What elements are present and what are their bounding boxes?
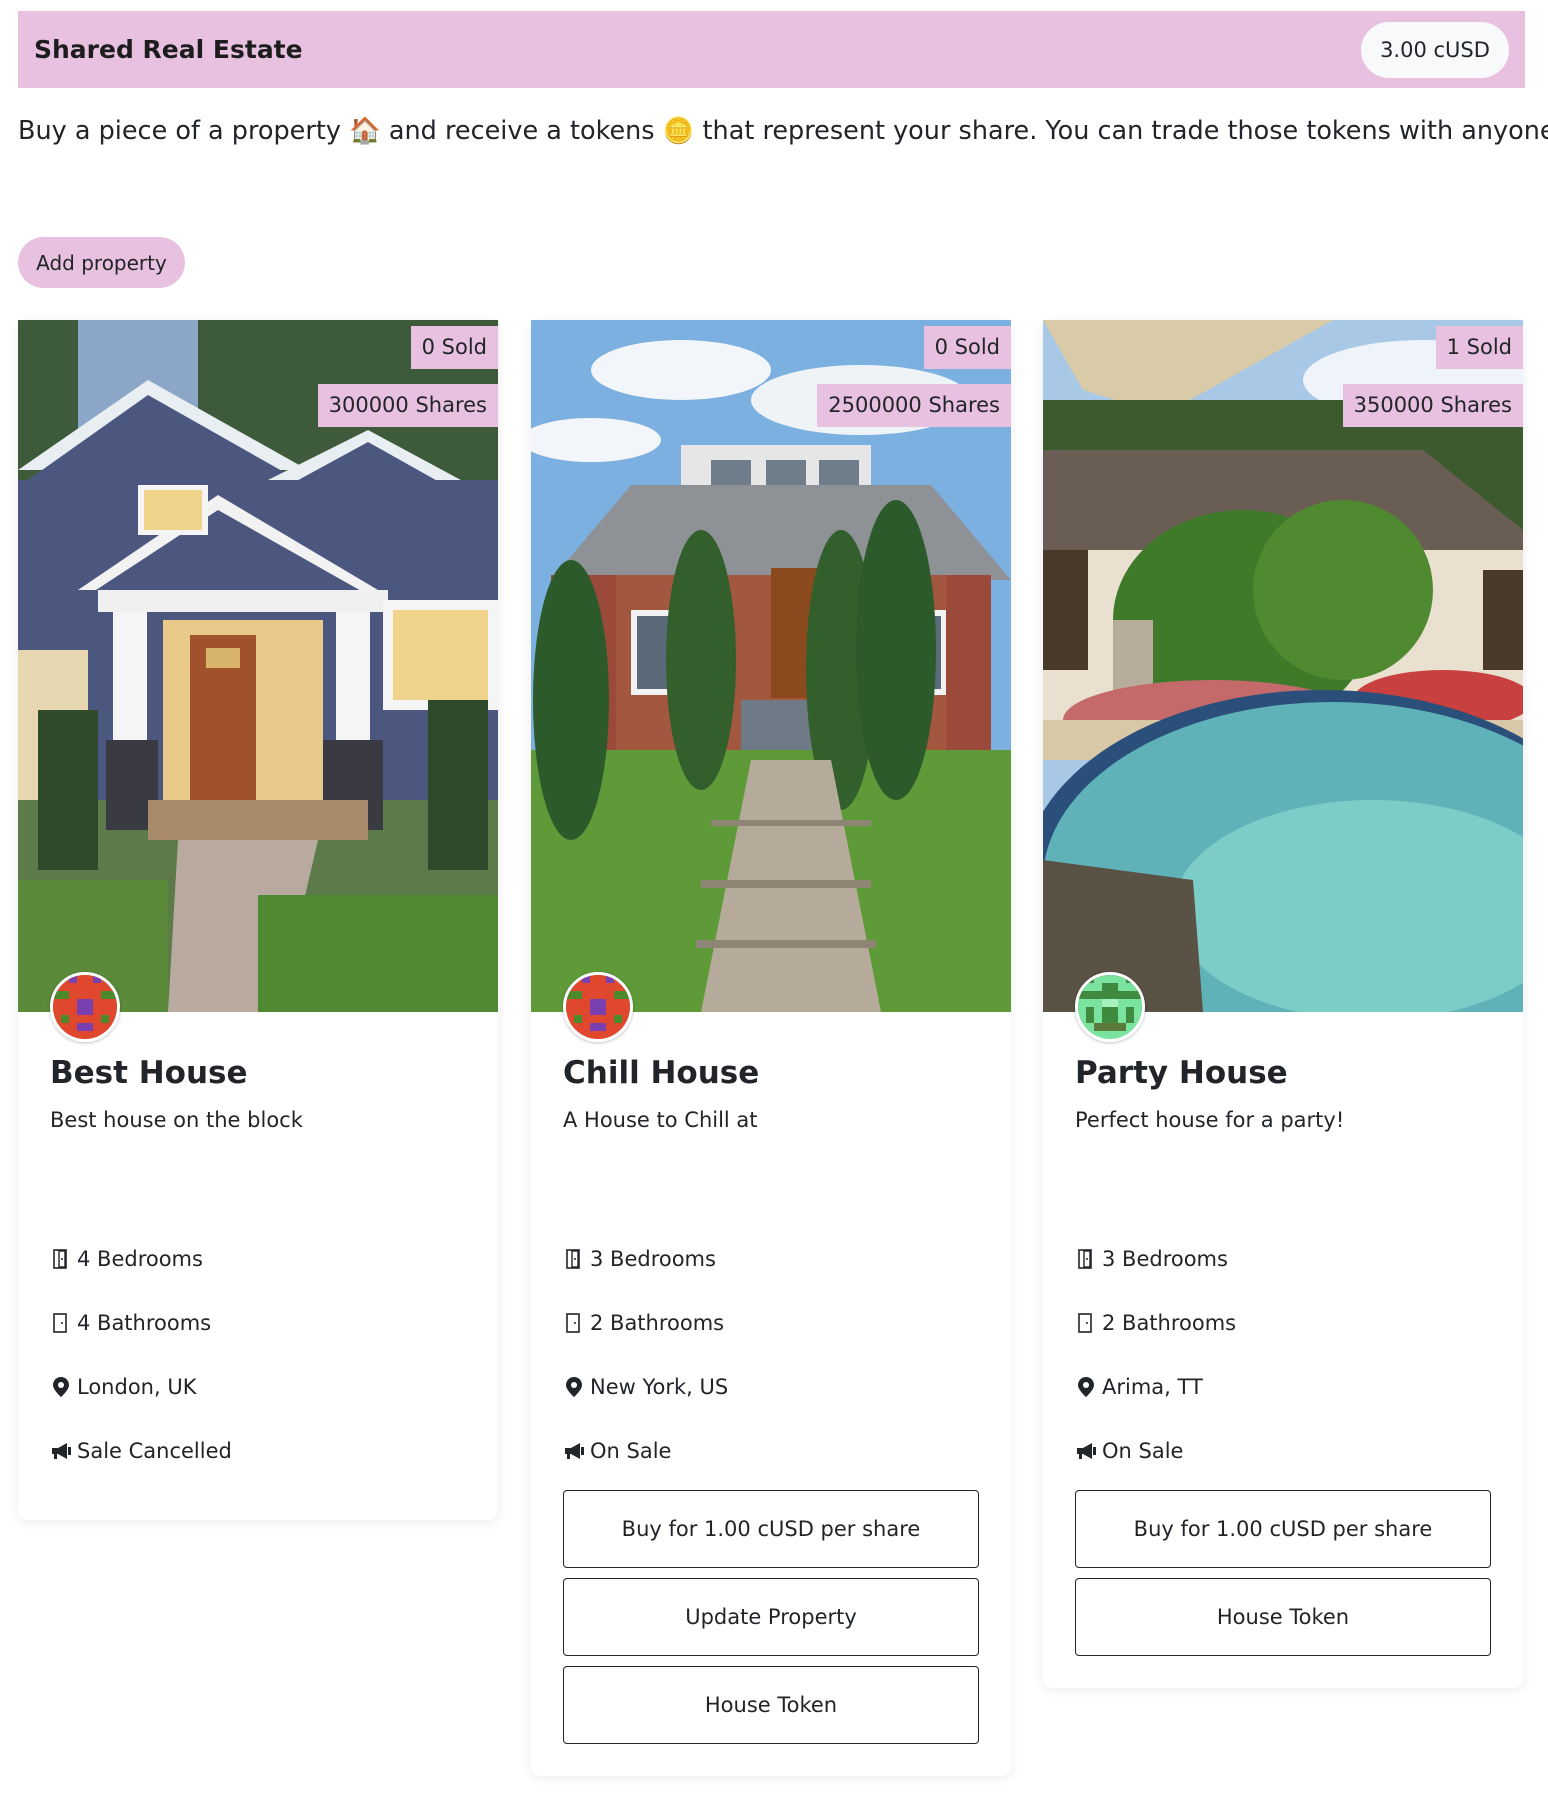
bedrooms-text: 4 Bedrooms	[77, 1247, 203, 1271]
megaphone-icon	[1075, 1439, 1097, 1463]
intro-text: Buy a piece of a property 🏠 and receive …	[18, 116, 1548, 146]
property-title: Best House	[50, 1055, 248, 1091]
property-card: 0 Sold 2500000 Shares Chill House A Hous…	[531, 320, 1011, 1776]
property-description: A House to Chill at	[563, 1108, 758, 1132]
megaphone-icon	[563, 1439, 585, 1463]
bedrooms-row: 3 Bedrooms	[563, 1247, 716, 1271]
add-property-button[interactable]: Add property	[18, 237, 185, 288]
owner-avatar	[563, 972, 633, 1042]
shares-badge: 350000 Shares	[1342, 384, 1523, 427]
location-row: London, UK	[50, 1375, 196, 1399]
shares-badge: 2500000 Shares	[817, 384, 1011, 427]
property-title: Chill House	[563, 1055, 760, 1091]
buy-share-button[interactable]: Buy for 1.00 cUSD per share	[1075, 1490, 1491, 1568]
megaphone-icon	[50, 1439, 72, 1463]
sold-badge: 0 Sold	[410, 326, 498, 369]
map-pin-icon	[563, 1375, 585, 1399]
bathrooms-row: 2 Bathrooms	[1075, 1311, 1236, 1335]
door-icon	[1075, 1247, 1097, 1271]
door-closed-icon	[50, 1311, 72, 1335]
status-text: On Sale	[590, 1439, 672, 1463]
property-title: Party House	[1075, 1055, 1288, 1091]
location-text: New York, US	[590, 1375, 729, 1399]
property-description: Perfect house for a party!	[1075, 1108, 1345, 1132]
bedrooms-row: 3 Bedrooms	[1075, 1247, 1228, 1271]
balance-badge: 3.00 cUSD	[1361, 21, 1509, 78]
status-row: Sale Cancelled	[50, 1439, 232, 1463]
door-closed-icon	[563, 1311, 585, 1335]
status-text: Sale Cancelled	[77, 1439, 232, 1463]
door-closed-icon	[1075, 1311, 1097, 1335]
shares-badge: 300000 Shares	[317, 384, 498, 427]
location-text: Arima, TT	[1102, 1375, 1203, 1399]
navbar: Shared Real Estate 3.00 cUSD	[18, 11, 1525, 88]
property-image: 0 Sold 2500000 Shares	[531, 320, 1011, 1012]
door-icon	[50, 1247, 72, 1271]
status-row: On Sale	[563, 1439, 671, 1463]
status-row: On Sale	[1075, 1439, 1183, 1463]
map-pin-icon	[50, 1375, 72, 1399]
bathrooms-row: 4 Bathrooms	[50, 1311, 211, 1335]
bathrooms-row: 2 Bathrooms	[563, 1311, 724, 1335]
owner-avatar	[50, 972, 120, 1042]
brand-title[interactable]: Shared Real Estate	[34, 35, 303, 64]
location-row: Arima, TT	[1075, 1375, 1203, 1399]
sold-badge: 1 Sold	[1435, 326, 1523, 369]
bathrooms-text: 2 Bathrooms	[1102, 1311, 1237, 1335]
update-property-button[interactable]: Update Property	[563, 1578, 979, 1656]
bedrooms-text: 3 Bedrooms	[1102, 1247, 1228, 1271]
map-pin-icon	[1075, 1375, 1097, 1399]
bedrooms-text: 3 Bedrooms	[590, 1247, 716, 1271]
door-icon	[563, 1247, 585, 1271]
property-image: 1 Sold 350000 Shares	[1043, 320, 1523, 1012]
property-image: 0 Sold 300000 Shares	[18, 320, 498, 1012]
bathrooms-text: 2 Bathrooms	[590, 1311, 725, 1335]
owner-avatar	[1075, 972, 1145, 1042]
house-token-button[interactable]: House Token	[563, 1666, 979, 1744]
property-card: 0 Sold 300000 Shares Best House Best hou…	[18, 320, 498, 1520]
property-card: 1 Sold 350000 Shares Party House Perfect…	[1043, 320, 1523, 1688]
house-token-button[interactable]: House Token	[1075, 1578, 1491, 1656]
bedrooms-row: 4 Bedrooms	[50, 1247, 203, 1271]
property-description: Best house on the block	[50, 1108, 303, 1132]
status-text: On Sale	[1102, 1439, 1184, 1463]
sold-badge: 0 Sold	[923, 326, 1011, 369]
bathrooms-text: 4 Bathrooms	[77, 1311, 212, 1335]
buy-share-button[interactable]: Buy for 1.00 cUSD per share	[563, 1490, 979, 1568]
location-text: London, UK	[77, 1375, 197, 1399]
location-row: New York, US	[563, 1375, 728, 1399]
